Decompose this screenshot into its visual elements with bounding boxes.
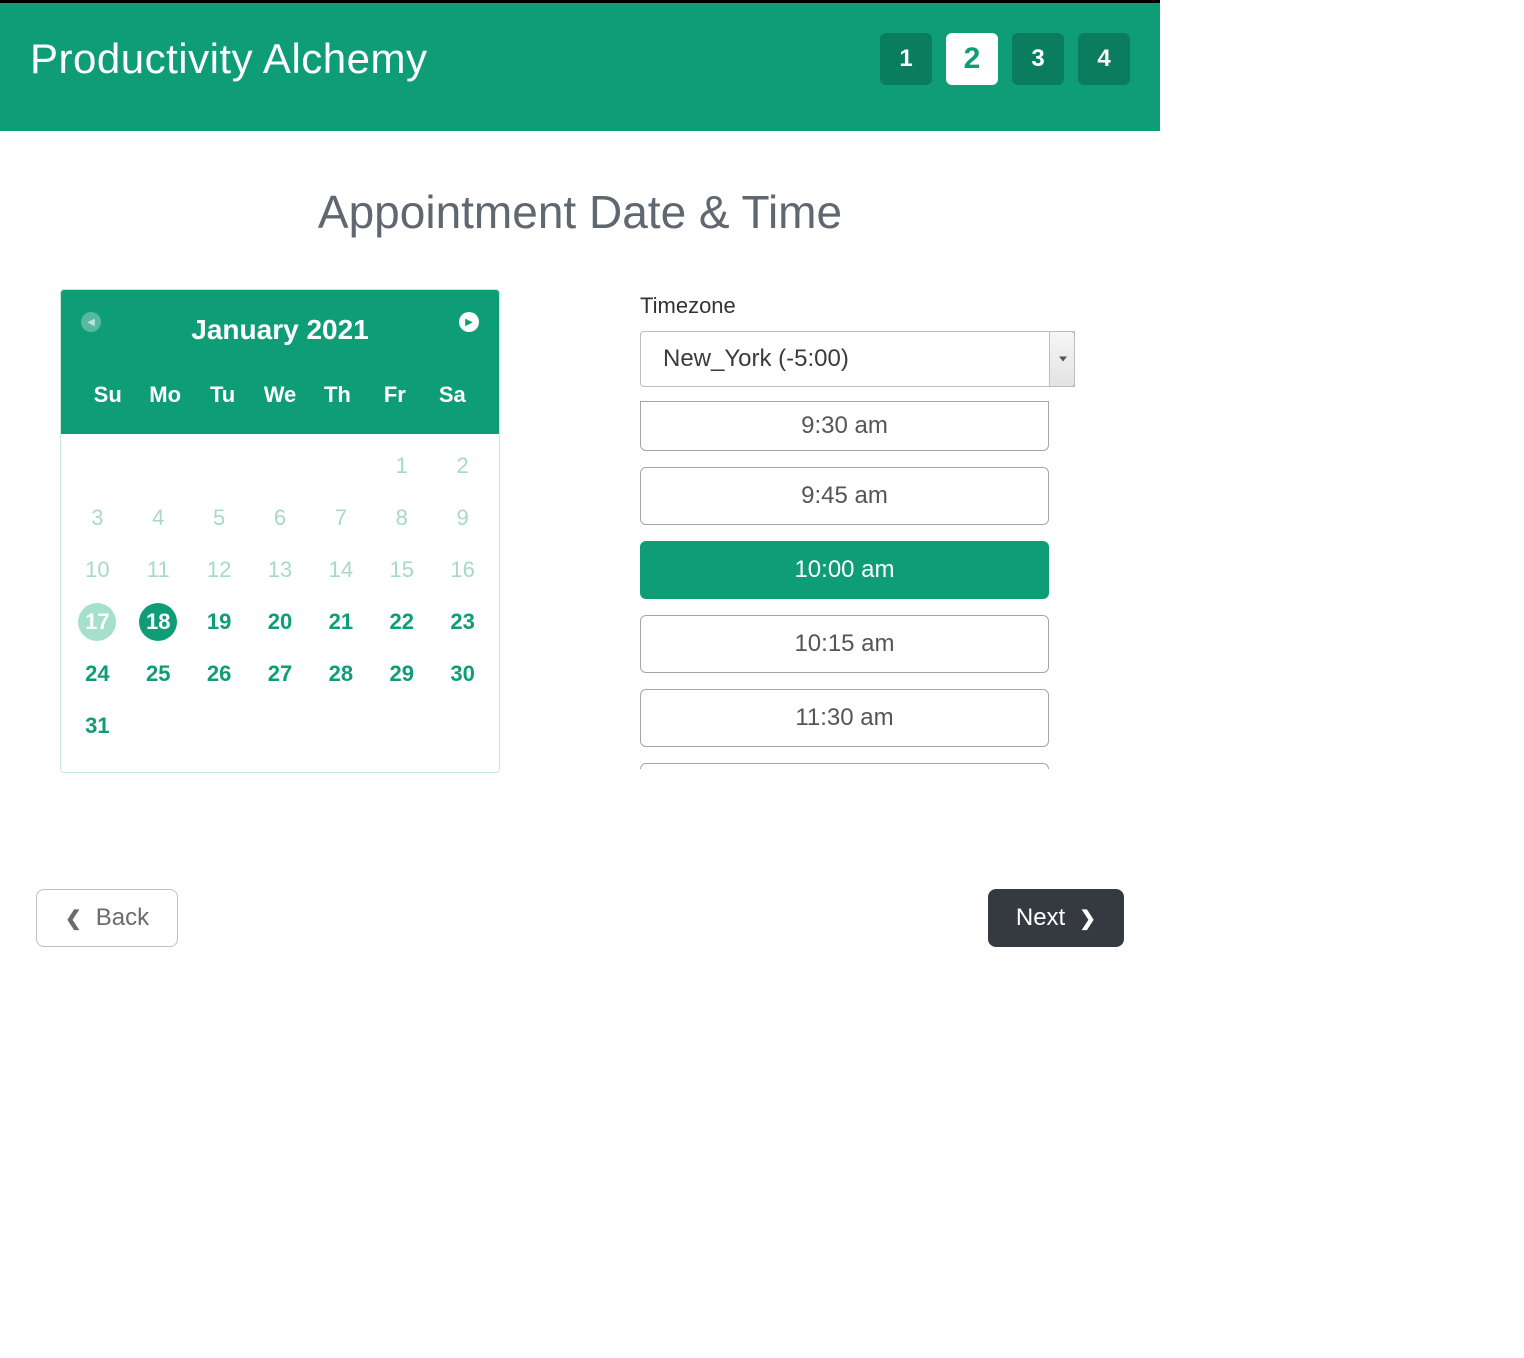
time-slot[interactable]: 9:30 am (640, 401, 1049, 451)
calendar-dow-mo: Mo (136, 374, 193, 424)
calendar-day-8: 8 (371, 492, 432, 544)
calendar-body: 1234567891011121314151617181920212223242… (61, 434, 499, 772)
calendar-dow-sa: Sa (424, 374, 481, 424)
calendar-day-26[interactable]: 26 (189, 648, 250, 700)
calendar-day-blank (189, 440, 250, 492)
back-button-label: Back (96, 904, 149, 932)
calendar-day-13: 13 (250, 544, 311, 596)
calendar-day-2: 2 (432, 440, 493, 492)
chevron-left-icon: ❮ (65, 906, 82, 931)
chevron-left-icon: ◀ (87, 317, 95, 328)
step-2[interactable]: 2 (946, 33, 998, 85)
calendar-day-6: 6 (250, 492, 311, 544)
calendar-day-12: 12 (189, 544, 250, 596)
calendar-day-4: 4 (128, 492, 189, 544)
next-button[interactable]: Next ❯ (988, 889, 1124, 947)
calendar-day-5: 5 (189, 492, 250, 544)
calendar-prev-button[interactable]: ◀ (81, 312, 101, 332)
calendar-day-9: 9 (432, 492, 493, 544)
calendar-day-22[interactable]: 22 (371, 596, 432, 648)
calendar-day-blank (310, 440, 371, 492)
calendar-day-blank (250, 440, 311, 492)
calendar-day-blank (67, 440, 128, 492)
calendar-day-29[interactable]: 29 (371, 648, 432, 700)
calendar-day-15: 15 (371, 544, 432, 596)
step-1[interactable]: 1 (880, 33, 932, 85)
calendar-day-11: 11 (128, 544, 189, 596)
calendar-day-16: 16 (432, 544, 493, 596)
calendar-dow-row: SuMoTuWeThFrSa (79, 374, 481, 424)
calendar-day-28[interactable]: 28 (310, 648, 371, 700)
calendar-day-20[interactable]: 20 (250, 596, 311, 648)
calendar-day-1: 1 (371, 440, 432, 492)
time-slot[interactable]: 9:45 am (640, 467, 1049, 525)
calendar-dow-fr: Fr (366, 374, 423, 424)
calendar-day-21[interactable]: 21 (310, 596, 371, 648)
page-title: Appointment Date & Time (0, 185, 1160, 239)
time-slot[interactable]: 11:45 am (640, 763, 1049, 769)
calendar-dow-we: We (251, 374, 308, 424)
calendar-day-14: 14 (310, 544, 371, 596)
chevron-right-icon: ▶ (465, 317, 473, 328)
chevron-right-icon: ❯ (1079, 906, 1096, 931)
calendar: ◀ ▶ January 2021 SuMoTuWeThFrSa 12345678… (60, 289, 500, 773)
step-4[interactable]: 4 (1078, 33, 1130, 85)
calendar-day-24[interactable]: 24 (67, 648, 128, 700)
calendar-dow-su: Su (79, 374, 136, 424)
calendar-month-label: January 2021 (79, 314, 481, 346)
calendar-dow-tu: Tu (194, 374, 251, 424)
chevron-down-icon (1059, 357, 1067, 362)
calendar-day-19[interactable]: 19 (189, 596, 250, 648)
timezone-select[interactable]: New_York (-5:00) (640, 331, 1075, 387)
calendar-day-3: 3 (67, 492, 128, 544)
back-button[interactable]: ❮ Back (36, 889, 178, 947)
header-bar: Productivity Alchemy 1234 (0, 3, 1160, 131)
calendar-day-23[interactable]: 23 (432, 596, 493, 648)
calendar-day-7: 7 (310, 492, 371, 544)
calendar-day-30[interactable]: 30 (432, 648, 493, 700)
steps-nav: 1234 (880, 33, 1130, 85)
calendar-day-10: 10 (67, 544, 128, 596)
calendar-dow-th: Th (309, 374, 366, 424)
next-button-label: Next (1016, 904, 1065, 932)
calendar-day-blank (128, 440, 189, 492)
time-slots-list[interactable]: 9:30 am 9:45 am 10:00 am 10:15 am 11:30 am 11… (640, 401, 1075, 769)
timezone-selected-value: New_York (-5:00) (663, 345, 849, 373)
calendar-next-button[interactable]: ▶ (459, 312, 479, 332)
calendar-day-27[interactable]: 27 (250, 648, 311, 700)
time-slot[interactable]: 11:30 am (640, 689, 1049, 747)
app-title: Productivity Alchemy (30, 35, 427, 83)
time-slot[interactable]: 10:15 am (640, 615, 1049, 673)
calendar-day-31[interactable]: 31 (67, 700, 128, 752)
timezone-label: Timezone (640, 293, 1100, 319)
time-slot[interactable]: 10:00 am (640, 541, 1049, 599)
calendar-day-17[interactable]: 17 (67, 596, 128, 648)
step-3[interactable]: 3 (1012, 33, 1064, 85)
calendar-day-25[interactable]: 25 (128, 648, 189, 700)
calendar-day-18[interactable]: 18 (128, 596, 189, 648)
